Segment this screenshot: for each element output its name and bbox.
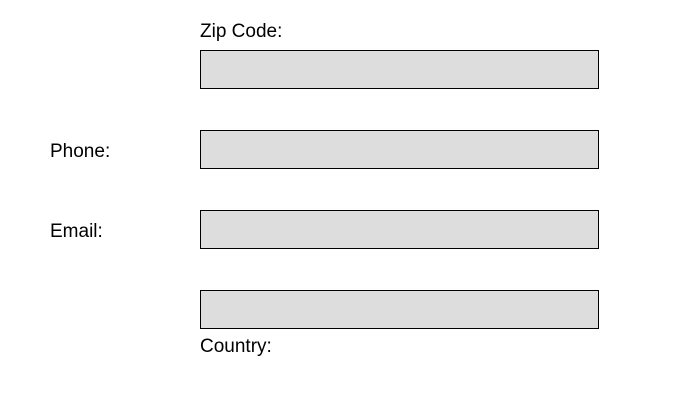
phone-input[interactable] <box>200 130 599 169</box>
zip-code-label: Zip Code: <box>200 21 283 42</box>
email-input[interactable] <box>200 210 599 249</box>
email-label: Email: <box>50 221 103 242</box>
country-input[interactable] <box>200 290 599 329</box>
phone-label: Phone: <box>50 141 111 162</box>
zip-code-input[interactable] <box>200 50 599 89</box>
country-label: Country: <box>200 336 272 357</box>
